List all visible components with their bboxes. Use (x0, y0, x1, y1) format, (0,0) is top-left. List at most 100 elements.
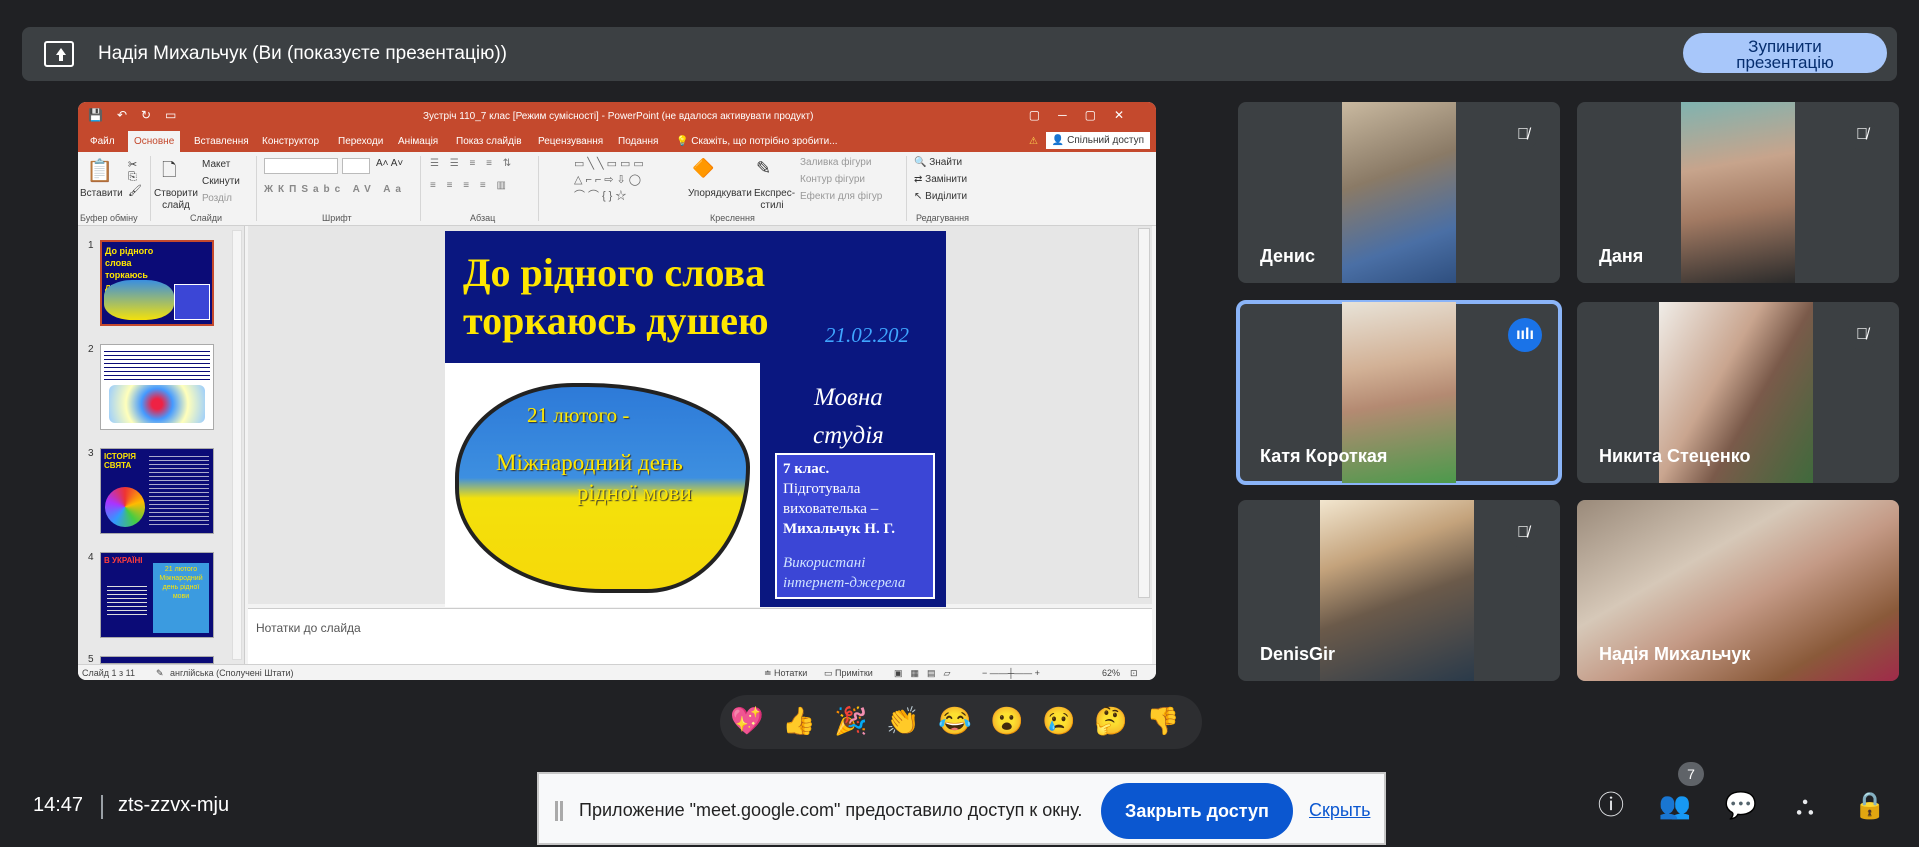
quick-styles-icon[interactable]: ✎ (756, 158, 771, 179)
participant-name: DenisGir (1260, 644, 1336, 664)
present-screen-icon (44, 41, 74, 67)
group-label-drawing: Креслення (710, 213, 755, 223)
font-format-buttons[interactable]: ЖКПSabc AV Aa (264, 184, 406, 195)
reaction-sparkling-heart[interactable]: 💖 (730, 705, 764, 737)
shape-outline-button[interactable]: Контур фігури (800, 171, 882, 188)
editor-scrollbar[interactable] (1138, 228, 1150, 598)
map-date: 21 лютого - (527, 403, 630, 427)
participant-tile[interactable]: 🎙̸ DenisGir (1238, 500, 1560, 681)
reaction-thumbs-down[interactable]: 👎 (1146, 705, 1180, 737)
notes-toggle-label: Нотатки (774, 668, 808, 678)
thumbs-scrollbar[interactable] (232, 230, 242, 660)
tell-me-text: Скажіть, що потрібно зробити... (691, 136, 838, 147)
quick-access-icons[interactable]: 💾↶↻▭ (88, 108, 190, 122)
notes-pane[interactable]: Нотатки до слайда (248, 608, 1152, 664)
shape-fill-button[interactable]: Заливка фігури (800, 154, 882, 171)
new-slide-icon[interactable]: 🗋 (162, 158, 176, 188)
comments-toggle[interactable]: ▭ Примітки (824, 668, 873, 679)
zoom-slider[interactable]: − ——┼—— + (982, 668, 1040, 678)
slide-thumb-4[interactable]: В УКРАЇНІ 21 лютого Міжнародний день рід… (100, 552, 214, 638)
divider (150, 156, 151, 221)
host-controls-lock-icon[interactable]: 🔒 (1853, 788, 1887, 822)
tell-me-search[interactable]: 💡 Скажіть, що потрібно зробити... (676, 136, 838, 147)
participant-tile[interactable]: 🎙̸ Даня (1577, 102, 1899, 283)
tab-animation[interactable]: Анімація (398, 136, 438, 147)
activities-icon[interactable]: ⛬ (1788, 788, 1822, 822)
tab-file[interactable]: Файл (90, 136, 115, 147)
drag-handle-icon[interactable] (555, 801, 563, 821)
map-caption: Міжнародний день рідної мови (487, 448, 692, 508)
tab-design[interactable]: Конструктор (262, 136, 319, 147)
thumb-3-title: ІСТОРІЯ СВЯТА (104, 452, 137, 470)
studio-label: Мовна студія (813, 379, 884, 455)
replace-button[interactable]: ⇄ Замінити (914, 171, 967, 188)
paste-button[interactable]: Вставити (80, 188, 123, 199)
stop-label-2: презентацію (1736, 53, 1834, 72)
shape-effects-button[interactable]: Ефекти для фігур (800, 188, 882, 205)
select-button[interactable]: ↖ Виділити (914, 188, 967, 205)
meeting-code[interactable]: zts-zzvx-mju (118, 794, 229, 817)
tab-review[interactable]: Рецензування (538, 136, 603, 147)
language-status[interactable]: англійська (Сполучені Штати) (170, 668, 294, 678)
slide-thumb-1[interactable]: До рідного слова торкаюсь душею (100, 240, 214, 326)
tab-insert[interactable]: Вставлення (194, 136, 249, 147)
ppt-window-title: Зустріч 110_7 клас [Режим сумісності] - … (423, 111, 814, 122)
participant-video (1320, 500, 1474, 681)
participant-tile[interactable]: Надія Михальчук (1577, 500, 1899, 681)
status-bar: Слайд 1 з 11 ✎ англійська (Сполучені Шта… (78, 664, 1156, 680)
share-button[interactable]: 👤 Спільний доступ (1045, 132, 1150, 149)
tab-slideshow[interactable]: Показ слайдів (456, 136, 522, 147)
view-buttons[interactable]: ▣▦▤▱ (894, 668, 958, 679)
chat-icon[interactable]: 💬 (1724, 788, 1758, 822)
reaction-laugh[interactable]: 😂 (938, 705, 972, 737)
notes-toggle[interactable]: ≐ Нотатки (764, 668, 807, 679)
stop-presenting-button[interactable]: Зупинити презентацію (1683, 33, 1887, 73)
current-slide[interactable]: До рідного слова торкаюсь душею 21.02.20… (445, 231, 946, 607)
quick-styles-button[interactable]: Експрес-стилі (754, 188, 795, 212)
reaction-party[interactable]: 🎉 (834, 705, 868, 737)
layout-button[interactable]: Макет (202, 156, 240, 173)
font-grow-icons[interactable]: A˄ A˅ (376, 158, 403, 169)
participant-name: Даня (1599, 246, 1644, 266)
slide-thumb-5[interactable] (100, 656, 214, 664)
participant-tile[interactable]: 🎙̸ Денис (1238, 102, 1560, 283)
reaction-clap[interactable]: 👏 (886, 705, 920, 737)
hide-link[interactable]: Скрыть (1309, 800, 1370, 821)
reactions-bar: 💖 👍 🎉 👏 😂 😮 😢 🤔 👎 (720, 695, 1202, 749)
reset-button[interactable]: Скинути (202, 173, 240, 190)
new-slide-button[interactable]: Створити слайд (154, 188, 198, 212)
find-button[interactable]: 🔍 Знайти (914, 154, 967, 171)
arrange-icon[interactable]: 🔶 (692, 158, 714, 179)
divider (538, 156, 539, 221)
slide-thumb-2[interactable] (100, 344, 214, 430)
fit-slide-icon[interactable]: ⊡ (1130, 668, 1138, 679)
participant-tile[interactable]: 🎙̸ Никита Стеценко (1577, 302, 1899, 483)
slide-thumbnails-pane[interactable]: 1 До рідного слова торкаюсь душею 2 3 ІС… (78, 226, 245, 665)
slide-thumb-3[interactable]: ІСТОРІЯ СВЯТА (100, 448, 214, 534)
stop-sharing-button[interactable]: Закрыть доступ (1101, 783, 1293, 839)
thumb-4-text (107, 583, 147, 617)
participant-tile[interactable]: ıılı Катя Короткая (1236, 300, 1562, 485)
arrange-button[interactable]: Упорядкувати (688, 188, 752, 199)
tab-transitions[interactable]: Переходи (338, 136, 383, 147)
shapes-gallery[interactable]: ▭╲╲▭▭▭ △⌐⌐⇨⇩◯ ⌒⌒{}☆ (574, 156, 647, 204)
clipboard-small-icons[interactable]: ✂ ⎘ 🖌 (128, 158, 142, 197)
section-button[interactable]: Розділ (202, 190, 240, 207)
tab-view[interactable]: Подання (618, 136, 658, 147)
reaction-sad[interactable]: 😢 (1042, 705, 1076, 737)
group-label-clipboard: Буфер обміну (80, 213, 138, 223)
thumb-number: 3 (88, 448, 94, 459)
window-controls[interactable]: ▢─▢✕ (1029, 108, 1142, 122)
people-icon[interactable]: 👥 (1658, 788, 1692, 822)
font-size-field[interactable] (342, 158, 370, 174)
paragraph-buttons[interactable]: ☰ ☰ ≡ ≡ ⇅ ≡ ≡ ≡ ≡ ▥ (430, 158, 515, 191)
reaction-surprised[interactable]: 😮 (990, 705, 1024, 737)
info-icon[interactable]: ⓘ (1594, 788, 1628, 822)
reaction-thumbs-up[interactable]: 👍 (782, 705, 816, 737)
tab-home[interactable]: Основне (128, 131, 181, 153)
spellcheck-icon[interactable]: ✎ (156, 668, 164, 679)
font-name-field[interactable] (264, 158, 338, 174)
paste-icon[interactable]: 📋 (86, 158, 113, 184)
zoom-level[interactable]: 62% (1102, 668, 1120, 678)
reaction-thinking[interactable]: 🤔 (1094, 705, 1128, 737)
